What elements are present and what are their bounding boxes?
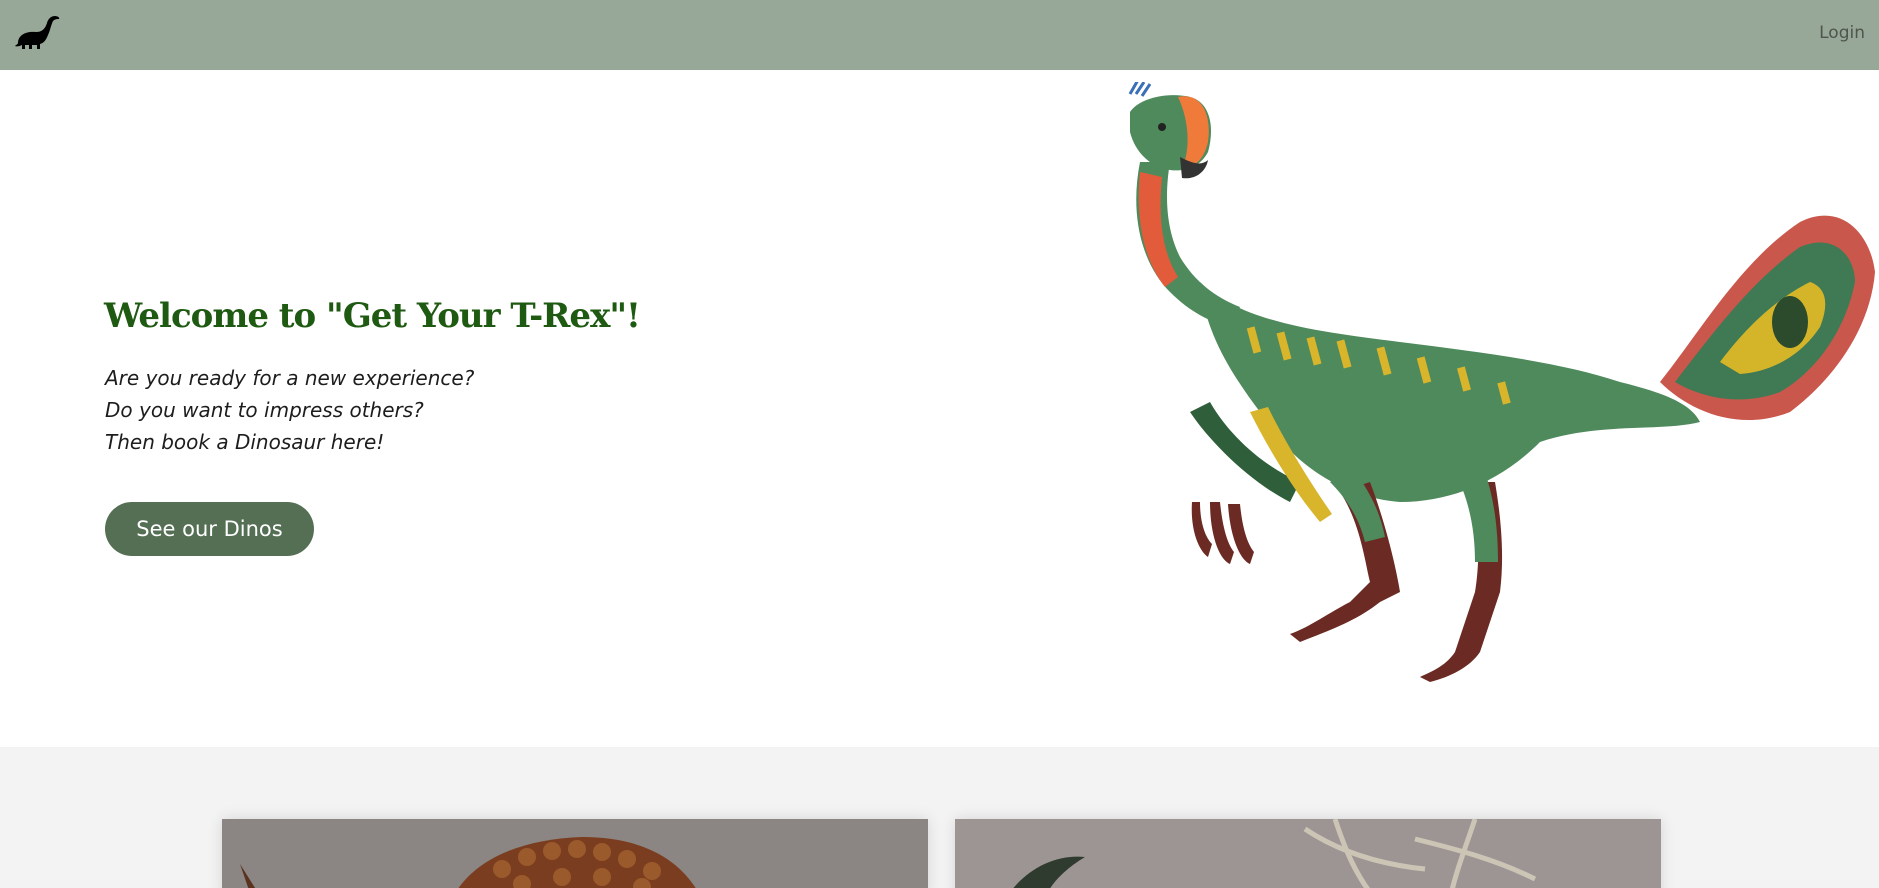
hero-title: Welcome to "Get Your T-Rex"! — [104, 296, 641, 336]
tagline-line: Do you want to impress others? — [105, 398, 424, 422]
top-navbar: Login — [0, 0, 1879, 70]
dino-card[interactable] — [222, 819, 928, 888]
login-link[interactable]: Login — [1819, 23, 1865, 43]
feathered-dinosaur-image — [955, 819, 1661, 888]
tagline-line: Are you ready for a new experience? — [105, 366, 475, 390]
see-dinos-button[interactable]: See our Dinos — [105, 502, 314, 556]
dinosaur-logo-icon[interactable] — [14, 13, 62, 53]
hero-section: Welcome to "Get Your T-Rex"! Are you rea… — [0, 70, 1879, 747]
hero-tagline: Are you ready for a new experience? Do y… — [105, 362, 474, 458]
dino-gallery — [0, 747, 1879, 888]
dino-card[interactable] — [955, 819, 1661, 888]
dinosaur-illustration — [1100, 79, 1879, 730]
tagline-line: Then book a Dinosaur here! — [105, 430, 385, 454]
armored-dinosaur-image — [222, 819, 928, 888]
